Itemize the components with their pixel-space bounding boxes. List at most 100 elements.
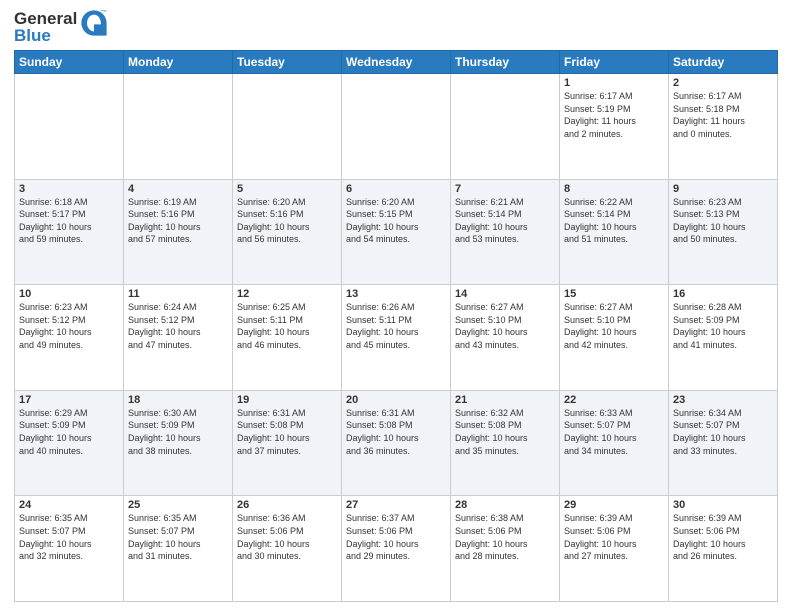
week-row-3: 17Sunrise: 6:29 AM Sunset: 5:09 PM Dayli… [15, 390, 778, 496]
day-info: Sunrise: 6:17 AM Sunset: 5:19 PM Dayligh… [564, 90, 664, 140]
calendar-header-row: Sunday Monday Tuesday Wednesday Thursday… [15, 51, 778, 74]
day-info: Sunrise: 6:23 AM Sunset: 5:13 PM Dayligh… [673, 196, 773, 246]
day-info: Sunrise: 6:27 AM Sunset: 5:10 PM Dayligh… [564, 301, 664, 351]
cell-1-6: 9Sunrise: 6:23 AM Sunset: 5:13 PM Daylig… [669, 179, 778, 285]
day-info: Sunrise: 6:36 AM Sunset: 5:06 PM Dayligh… [237, 512, 337, 562]
cell-4-1: 25Sunrise: 6:35 AM Sunset: 5:07 PM Dayli… [124, 496, 233, 602]
week-row-1: 3Sunrise: 6:18 AM Sunset: 5:17 PM Daylig… [15, 179, 778, 285]
day-number: 5 [237, 183, 337, 195]
logo-area: General Blue [14, 10, 108, 44]
cell-2-1: 11Sunrise: 6:24 AM Sunset: 5:12 PM Dayli… [124, 285, 233, 391]
cell-2-2: 12Sunrise: 6:25 AM Sunset: 5:11 PM Dayli… [233, 285, 342, 391]
day-number: 26 [237, 499, 337, 511]
day-number: 19 [237, 394, 337, 406]
col-sunday: Sunday [15, 51, 124, 74]
day-info: Sunrise: 6:39 AM Sunset: 5:06 PM Dayligh… [673, 512, 773, 562]
day-number: 7 [455, 183, 555, 195]
day-number: 18 [128, 394, 228, 406]
day-info: Sunrise: 6:20 AM Sunset: 5:15 PM Dayligh… [346, 196, 446, 246]
day-number: 20 [346, 394, 446, 406]
day-number: 9 [673, 183, 773, 195]
cell-1-3: 6Sunrise: 6:20 AM Sunset: 5:15 PM Daylig… [342, 179, 451, 285]
day-number: 24 [19, 499, 119, 511]
cell-4-6: 30Sunrise: 6:39 AM Sunset: 5:06 PM Dayli… [669, 496, 778, 602]
day-number: 13 [346, 288, 446, 300]
day-info: Sunrise: 6:23 AM Sunset: 5:12 PM Dayligh… [19, 301, 119, 351]
day-info: Sunrise: 6:38 AM Sunset: 5:06 PM Dayligh… [455, 512, 555, 562]
day-number: 22 [564, 394, 664, 406]
day-number: 30 [673, 499, 773, 511]
day-number: 3 [19, 183, 119, 195]
cell-4-3: 27Sunrise: 6:37 AM Sunset: 5:06 PM Dayli… [342, 496, 451, 602]
day-number: 1 [564, 77, 664, 89]
day-info: Sunrise: 6:39 AM Sunset: 5:06 PM Dayligh… [564, 512, 664, 562]
day-number: 6 [346, 183, 446, 195]
day-info: Sunrise: 6:30 AM Sunset: 5:09 PM Dayligh… [128, 407, 228, 457]
day-info: Sunrise: 6:34 AM Sunset: 5:07 PM Dayligh… [673, 407, 773, 457]
cell-2-0: 10Sunrise: 6:23 AM Sunset: 5:12 PM Dayli… [15, 285, 124, 391]
cell-1-5: 8Sunrise: 6:22 AM Sunset: 5:14 PM Daylig… [560, 179, 669, 285]
cell-4-0: 24Sunrise: 6:35 AM Sunset: 5:07 PM Dayli… [15, 496, 124, 602]
logo-general: General [14, 10, 77, 27]
cell-3-0: 17Sunrise: 6:29 AM Sunset: 5:09 PM Dayli… [15, 390, 124, 496]
cell-3-3: 20Sunrise: 6:31 AM Sunset: 5:08 PM Dayli… [342, 390, 451, 496]
day-info: Sunrise: 6:18 AM Sunset: 5:17 PM Dayligh… [19, 196, 119, 246]
col-saturday: Saturday [669, 51, 778, 74]
cell-4-2: 26Sunrise: 6:36 AM Sunset: 5:06 PM Dayli… [233, 496, 342, 602]
day-number: 17 [19, 394, 119, 406]
day-number: 11 [128, 288, 228, 300]
day-info: Sunrise: 6:22 AM Sunset: 5:14 PM Dayligh… [564, 196, 664, 246]
cell-0-1 [124, 74, 233, 180]
cell-3-5: 22Sunrise: 6:33 AM Sunset: 5:07 PM Dayli… [560, 390, 669, 496]
page: General Blue Sunday Monday Tuesday Wedne… [0, 0, 792, 612]
col-wednesday: Wednesday [342, 51, 451, 74]
day-info: Sunrise: 6:19 AM Sunset: 5:16 PM Dayligh… [128, 196, 228, 246]
day-number: 29 [564, 499, 664, 511]
cell-4-4: 28Sunrise: 6:38 AM Sunset: 5:06 PM Dayli… [451, 496, 560, 602]
cell-0-2 [233, 74, 342, 180]
cell-0-0 [15, 74, 124, 180]
day-info: Sunrise: 6:29 AM Sunset: 5:09 PM Dayligh… [19, 407, 119, 457]
day-number: 21 [455, 394, 555, 406]
day-info: Sunrise: 6:35 AM Sunset: 5:07 PM Dayligh… [128, 512, 228, 562]
logo-icon [80, 9, 108, 37]
day-number: 2 [673, 77, 773, 89]
cell-0-3 [342, 74, 451, 180]
col-friday: Friday [560, 51, 669, 74]
week-row-0: 1Sunrise: 6:17 AM Sunset: 5:19 PM Daylig… [15, 74, 778, 180]
day-number: 16 [673, 288, 773, 300]
cell-1-1: 4Sunrise: 6:19 AM Sunset: 5:16 PM Daylig… [124, 179, 233, 285]
cell-2-3: 13Sunrise: 6:26 AM Sunset: 5:11 PM Dayli… [342, 285, 451, 391]
cell-1-4: 7Sunrise: 6:21 AM Sunset: 5:14 PM Daylig… [451, 179, 560, 285]
cell-1-0: 3Sunrise: 6:18 AM Sunset: 5:17 PM Daylig… [15, 179, 124, 285]
day-info: Sunrise: 6:37 AM Sunset: 5:06 PM Dayligh… [346, 512, 446, 562]
day-number: 15 [564, 288, 664, 300]
day-number: 4 [128, 183, 228, 195]
cell-3-4: 21Sunrise: 6:32 AM Sunset: 5:08 PM Dayli… [451, 390, 560, 496]
day-info: Sunrise: 6:24 AM Sunset: 5:12 PM Dayligh… [128, 301, 228, 351]
cell-3-1: 18Sunrise: 6:30 AM Sunset: 5:09 PM Dayli… [124, 390, 233, 496]
cell-2-5: 15Sunrise: 6:27 AM Sunset: 5:10 PM Dayli… [560, 285, 669, 391]
day-info: Sunrise: 6:33 AM Sunset: 5:07 PM Dayligh… [564, 407, 664, 457]
calendar: Sunday Monday Tuesday Wednesday Thursday… [14, 50, 778, 602]
col-monday: Monday [124, 51, 233, 74]
day-number: 25 [128, 499, 228, 511]
day-number: 23 [673, 394, 773, 406]
day-number: 10 [19, 288, 119, 300]
header: General Blue [14, 10, 778, 44]
week-row-2: 10Sunrise: 6:23 AM Sunset: 5:12 PM Dayli… [15, 285, 778, 391]
day-number: 14 [455, 288, 555, 300]
day-info: Sunrise: 6:21 AM Sunset: 5:14 PM Dayligh… [455, 196, 555, 246]
day-number: 28 [455, 499, 555, 511]
cell-0-5: 1Sunrise: 6:17 AM Sunset: 5:19 PM Daylig… [560, 74, 669, 180]
cell-1-2: 5Sunrise: 6:20 AM Sunset: 5:16 PM Daylig… [233, 179, 342, 285]
day-info: Sunrise: 6:20 AM Sunset: 5:16 PM Dayligh… [237, 196, 337, 246]
day-info: Sunrise: 6:26 AM Sunset: 5:11 PM Dayligh… [346, 301, 446, 351]
cell-0-4 [451, 74, 560, 180]
cell-4-5: 29Sunrise: 6:39 AM Sunset: 5:06 PM Dayli… [560, 496, 669, 602]
cell-2-6: 16Sunrise: 6:28 AM Sunset: 5:09 PM Dayli… [669, 285, 778, 391]
day-info: Sunrise: 6:25 AM Sunset: 5:11 PM Dayligh… [237, 301, 337, 351]
day-number: 27 [346, 499, 446, 511]
logo-blue: Blue [14, 27, 77, 44]
week-row-4: 24 Sunrise: 6:35 AM Sunset: 5:07 PM Dayli… [15, 496, 778, 602]
